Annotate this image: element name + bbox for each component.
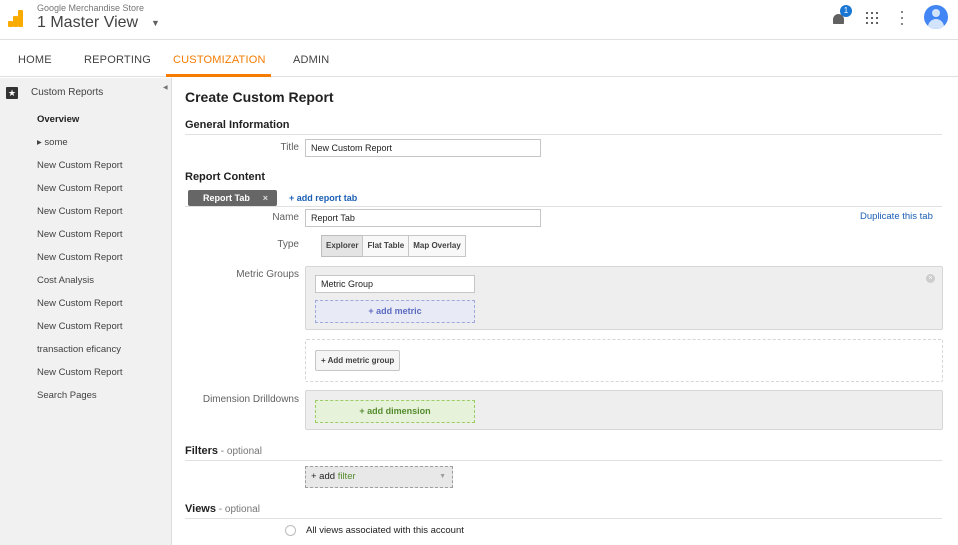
sidebar-item[interactable]: New Custom Report: [0, 228, 171, 251]
chevron-down-icon[interactable]: ▼: [151, 18, 160, 28]
metric-groups-label: Metric Groups: [236, 269, 299, 280]
sidebar-item[interactable]: New Custom Report: [0, 297, 171, 320]
tab-admin[interactable]: ADMIN: [293, 54, 329, 66]
dimension-panel: + add dimension: [305, 390, 943, 430]
add-filter-word: filter: [337, 471, 356, 482]
title-input[interactable]: New Custom Report: [305, 139, 541, 157]
notification-badge: 1: [840, 5, 852, 17]
filters-heading: Filters - optional: [185, 445, 262, 457]
report-tab-label: Report Tab: [203, 193, 250, 203]
sidebar-item[interactable]: transaction eficancy: [0, 343, 171, 366]
divider: [185, 134, 942, 135]
divider: [185, 206, 942, 207]
sidebar-item[interactable]: New Custom Report: [0, 320, 171, 343]
account-avatar-icon[interactable]: [924, 5, 948, 29]
type-explorer-button[interactable]: Explorer: [321, 235, 364, 257]
optional-text: - optional: [218, 446, 262, 457]
all-views-label[interactable]: All views associated with this account: [306, 525, 464, 536]
add-metric-group-area: + Add metric group: [305, 339, 943, 382]
report-tab[interactable]: Report Tab ×: [188, 190, 277, 206]
tab-customization[interactable]: CUSTOMIZATION: [173, 54, 266, 66]
top-bar: Google Merchandise Store 1 Master View ▼…: [0, 0, 958, 40]
close-icon[interactable]: ×: [263, 190, 268, 206]
duplicate-tab-link[interactable]: Duplicate this tab: [860, 211, 933, 222]
general-info-heading: General Information: [185, 119, 290, 131]
all-views-radio[interactable]: [285, 525, 296, 536]
dimension-drilldowns-label: Dimension Drilldowns: [202, 394, 299, 405]
collapse-sidebar-icon[interactable]: ◀: [163, 84, 168, 91]
sidebar-item[interactable]: Search Pages: [0, 389, 171, 412]
sidebar-item[interactable]: New Custom Report: [0, 159, 171, 182]
sidebar-item-folder[interactable]: ▸ some: [0, 136, 171, 159]
analytics-logo-icon[interactable]: [8, 10, 23, 27]
report-type-selector: Explorer Flat Table Map Overlay: [321, 235, 466, 257]
type-flat-table-button[interactable]: Flat Table: [362, 235, 410, 257]
tab-reporting[interactable]: REPORTING: [84, 54, 151, 66]
sidebar: ★ Custom Reports ◀ Overview ▸ some New C…: [0, 78, 172, 545]
chevron-down-icon: ▼: [439, 473, 446, 480]
add-dimension-button[interactable]: + add dimension: [315, 400, 475, 423]
sidebar-title[interactable]: Custom Reports: [31, 87, 103, 98]
views-heading: Views - optional: [185, 503, 260, 515]
filters-title: Filters: [185, 445, 219, 457]
report-content-heading: Report Content: [185, 171, 266, 183]
sidebar-header: ★ Custom Reports ◀: [0, 78, 171, 106]
account-name[interactable]: Google Merchandise Store: [37, 3, 144, 13]
close-icon[interactable]: ×: [926, 274, 935, 283]
more-vert-icon[interactable]: [900, 11, 904, 25]
divider: [185, 518, 942, 519]
add-filter-prefix: + add: [311, 471, 338, 482]
add-metric-group-button[interactable]: + Add metric group: [315, 350, 401, 371]
title-label: Title: [280, 142, 299, 153]
page-title: Create Custom Report: [185, 89, 334, 105]
divider: [185, 460, 942, 461]
view-selector[interactable]: 1 Master View: [37, 14, 138, 32]
custom-report-list: Overview ▸ some New Custom Report New Cu…: [0, 113, 171, 412]
optional-text: - optional: [216, 504, 260, 515]
sidebar-item[interactable]: New Custom Report: [0, 182, 171, 205]
name-label: Name: [272, 212, 299, 223]
metric-group-name-input[interactable]: Metric Group: [315, 275, 475, 293]
type-label: Type: [277, 239, 299, 250]
add-metric-button[interactable]: + add metric: [315, 300, 475, 323]
sidebar-item-overview[interactable]: Overview: [0, 113, 171, 136]
main-content: Create Custom Report General Information…: [172, 78, 958, 545]
tab-home[interactable]: HOME: [18, 54, 52, 66]
views-title: Views: [185, 503, 216, 515]
metric-group-panel: Metric Group + add metric ×: [305, 266, 943, 330]
type-map-overlay-button[interactable]: Map Overlay: [408, 235, 466, 257]
add-report-tab-link[interactable]: + add report tab: [289, 193, 357, 203]
tab-name-input[interactable]: Report Tab: [305, 209, 541, 227]
main-nav: HOME REPORTING CUSTOMIZATION ADMIN: [0, 40, 958, 77]
sidebar-item[interactable]: Cost Analysis: [0, 274, 171, 297]
sidebar-item[interactable]: New Custom Report: [0, 205, 171, 228]
sidebar-item[interactable]: New Custom Report: [0, 366, 171, 389]
add-filter-dropdown[interactable]: + add filter ▼: [305, 466, 453, 488]
apps-grid-icon[interactable]: [866, 12, 878, 24]
active-tab-underline: [166, 74, 271, 77]
star-icon: ★: [6, 87, 18, 99]
sidebar-item[interactable]: New Custom Report: [0, 251, 171, 274]
